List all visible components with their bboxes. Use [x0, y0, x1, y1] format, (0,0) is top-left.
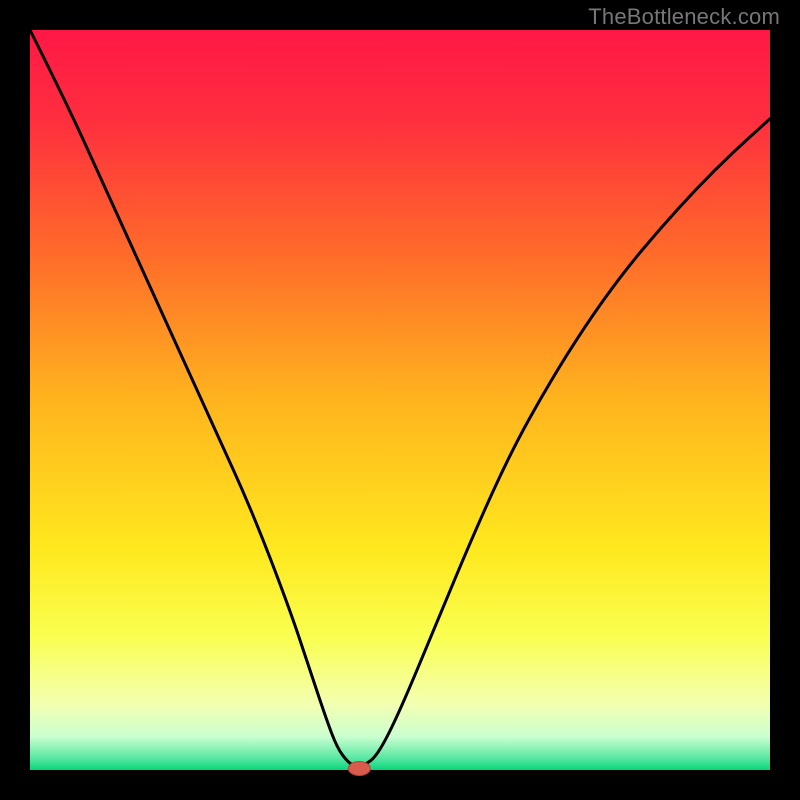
- watermark-label: TheBottleneck.com: [588, 4, 780, 30]
- bottleneck-chart: [0, 0, 800, 800]
- chart-frame: TheBottleneck.com: [0, 0, 800, 800]
- optimum-marker: [348, 762, 370, 776]
- plot-area: [30, 30, 770, 770]
